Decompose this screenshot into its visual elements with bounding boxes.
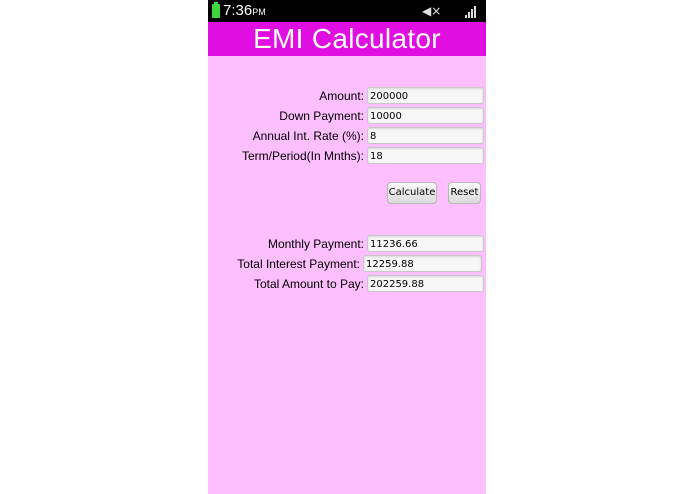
battery-icon	[212, 2, 220, 18]
amount-input[interactable]: 200000	[367, 87, 484, 104]
interest-rate-label: Annual Int. Rate (%):	[252, 129, 364, 143]
phone-screen: 7:36PM ◀× EMI Calculator Amount: 200000 …	[208, 0, 486, 494]
monthly-payment-row: Monthly Payment: 11236.66	[208, 235, 486, 254]
total-amount-label: Total Amount to Pay:	[253, 277, 364, 291]
total-interest-output[interactable]: 12259.88	[363, 255, 482, 272]
app-title: EMI Calculator	[253, 23, 441, 54]
monthly-payment-label: Monthly Payment:	[267, 237, 364, 251]
interest-rate-row: Annual Int. Rate (%): 8	[208, 127, 486, 146]
app-title-bar: EMI Calculator	[208, 22, 486, 56]
amount-row: Amount: 200000	[208, 87, 486, 106]
reset-button[interactable]: Reset	[448, 182, 481, 204]
term-label: Term/Period(In Mnths):	[241, 149, 364, 163]
interest-rate-input[interactable]: 8	[367, 127, 484, 144]
down-payment-row: Down Payment: 10000	[208, 107, 486, 126]
status-time: 7:36PM	[223, 2, 266, 19]
term-input[interactable]: 18	[367, 147, 484, 164]
total-interest-row: Total Interest Payment: 12259.88	[208, 255, 486, 274]
mute-icon: ◀×	[422, 4, 442, 18]
amount-label: Amount:	[319, 89, 364, 103]
term-row: Term/Period(In Mnths): 18	[208, 147, 486, 166]
status-bar: 7:36PM ◀×	[208, 0, 486, 22]
signal-icon	[465, 6, 479, 18]
total-amount-output[interactable]: 202259.88	[367, 275, 484, 292]
monthly-payment-output[interactable]: 11236.66	[367, 235, 484, 252]
calculate-button[interactable]: Calculate	[387, 182, 437, 204]
down-payment-label: Down Payment:	[279, 109, 364, 123]
down-payment-input[interactable]: 10000	[367, 107, 484, 124]
total-amount-row: Total Amount to Pay: 202259.88	[208, 275, 486, 294]
total-interest-label: Total Interest Payment:	[237, 257, 360, 271]
